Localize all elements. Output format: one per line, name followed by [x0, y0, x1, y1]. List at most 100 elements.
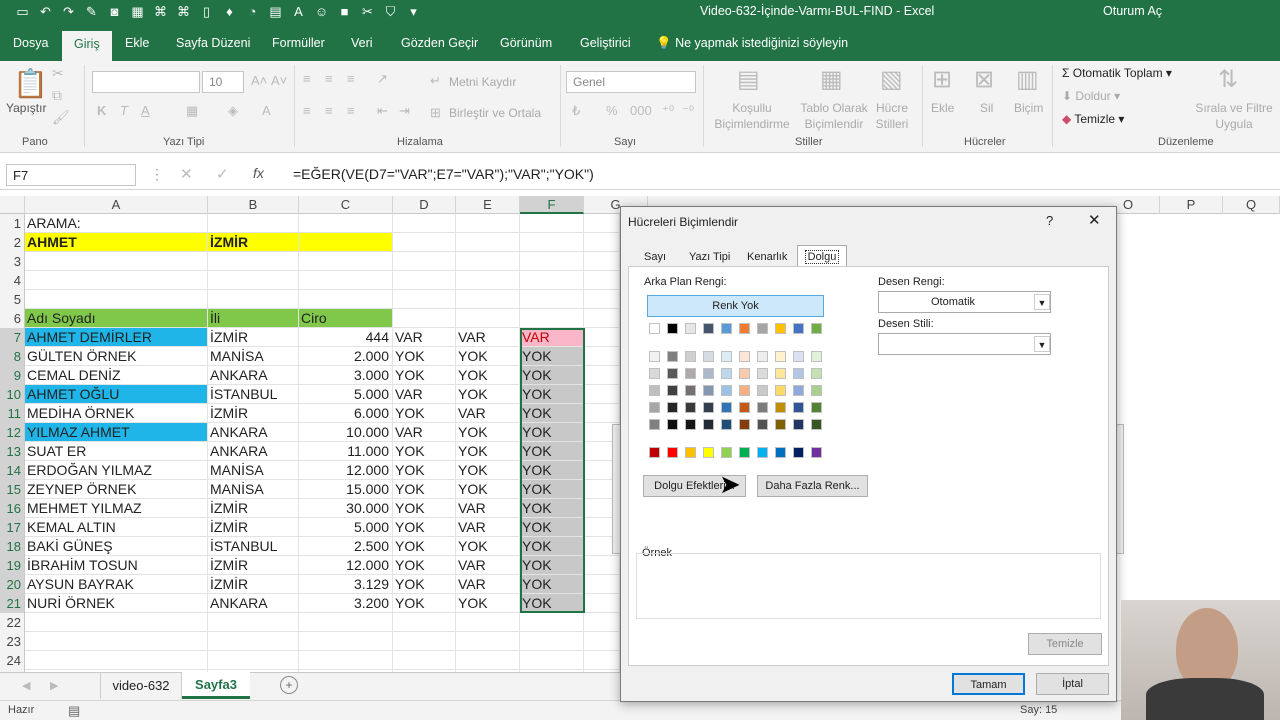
format-painter-icon[interactable]: 🖌 [52, 109, 70, 126]
shield-icon[interactable]: ⛉ [382, 3, 399, 20]
cell[interactable] [584, 347, 620, 366]
cell[interactable] [584, 632, 620, 651]
shade-color-swatch[interactable] [685, 368, 696, 379]
italic-icon[interactable]: T [120, 103, 128, 118]
align-middle-icon[interactable]: ≡ [325, 71, 333, 86]
e-cell[interactable]: YOK [456, 594, 520, 613]
shade-color-swatch[interactable] [757, 368, 768, 379]
function-icon[interactable]: fx [253, 165, 264, 181]
d-cell[interactable]: YOK [393, 594, 456, 613]
e-cell[interactable]: VAR [456, 518, 520, 537]
e-cell[interactable]: VAR [456, 404, 520, 423]
cell[interactable] [393, 613, 456, 632]
shade-color-swatch[interactable] [703, 419, 714, 430]
shade-color-swatch[interactable] [775, 402, 786, 413]
tab-border[interactable]: Kenarlık [747, 251, 787, 263]
text-box-icon[interactable]: ▤ [267, 3, 284, 20]
row-header[interactable]: 17 [0, 518, 25, 537]
theme-color-swatch[interactable] [793, 323, 804, 334]
shade-color-swatch[interactable] [685, 419, 696, 430]
align-top-icon[interactable]: ≡ [303, 71, 311, 86]
row-header[interactable]: 10 [0, 385, 25, 404]
cell[interactable] [208, 214, 299, 233]
worksheet-grid[interactable]: 1234567891011121314151617181920212223242… [0, 214, 620, 689]
tab-view[interactable]: Görünüm [500, 36, 552, 50]
city-cell[interactable]: ANKARA [208, 594, 299, 613]
standard-color-swatch[interactable] [721, 447, 732, 458]
city-cell[interactable]: İZMİR [208, 328, 299, 347]
name-cell[interactable]: YILMAZ AHMET [25, 423, 208, 442]
cell[interactable] [393, 309, 456, 328]
cell[interactable] [584, 613, 620, 632]
shade-color-swatch[interactable] [721, 402, 732, 413]
result-cell[interactable]: YOK [520, 385, 584, 404]
city-cell[interactable]: ANKARA [208, 423, 299, 442]
cell[interactable] [456, 252, 520, 271]
cancel-icon[interactable]: ✕ [180, 165, 193, 183]
standard-color-swatch[interactable] [703, 447, 714, 458]
d-cell[interactable]: VAR [393, 385, 456, 404]
shade-color-swatch[interactable] [811, 402, 822, 413]
name-box[interactable]: F7 [6, 164, 136, 186]
city-cell[interactable]: İZMİR [208, 556, 299, 575]
doc-icon[interactable]: ▯ [198, 3, 215, 20]
cell[interactable] [520, 309, 584, 328]
cell[interactable] [393, 632, 456, 651]
standard-color-swatch[interactable] [811, 447, 822, 458]
e-cell[interactable]: VAR [456, 328, 520, 347]
result-cell[interactable]: YOK [520, 594, 584, 613]
redo-icon[interactable]: ↷ [60, 3, 77, 20]
cell[interactable] [208, 651, 299, 670]
column-header[interactable]: D [393, 196, 456, 214]
row-header[interactable]: 19 [0, 556, 25, 575]
result-cell[interactable]: YOK [520, 537, 584, 556]
name-cell[interactable]: ZEYNEP ÖRNEK [25, 480, 208, 499]
cell[interactable] [299, 290, 393, 309]
row-header[interactable]: 12 [0, 423, 25, 442]
standard-color-swatch[interactable] [757, 447, 768, 458]
shade-color-swatch[interactable] [649, 402, 660, 413]
standard-color-swatch[interactable] [793, 447, 804, 458]
theme-color-swatch[interactable] [685, 323, 696, 334]
shade-color-swatch[interactable] [667, 402, 678, 413]
org-icon[interactable]: ⌘ [175, 3, 192, 20]
column-header[interactable]: F [520, 196, 584, 214]
result-cell[interactable]: YOK [520, 480, 584, 499]
standard-color-swatch[interactable] [739, 447, 750, 458]
clear-button[interactable]: Temizle [1028, 633, 1102, 655]
tab-file[interactable]: Dosya [13, 36, 48, 50]
cell[interactable] [208, 613, 299, 632]
e-cell[interactable]: VAR [456, 575, 520, 594]
cell[interactable] [520, 214, 584, 233]
header-city[interactable]: İli [208, 309, 299, 328]
tool2-icon[interactable]: ✂ [359, 3, 376, 20]
cell[interactable] [299, 632, 393, 651]
column-header[interactable]: A [25, 196, 208, 214]
cell[interactable] [456, 613, 520, 632]
tree-icon[interactable]: ⌘ [152, 3, 169, 20]
search-city-input[interactable]: İZMİR [208, 233, 299, 252]
column-header[interactable]: P [1160, 196, 1223, 214]
city-cell[interactable]: ANKARA [208, 366, 299, 385]
enter-icon[interactable]: ✓ [216, 165, 229, 183]
d-cell[interactable]: YOK [393, 499, 456, 518]
tab-font[interactable]: Yazı Tipi [689, 251, 730, 263]
shade-color-swatch[interactable] [775, 385, 786, 396]
shade-color-swatch[interactable] [703, 402, 714, 413]
ciro-cell[interactable]: 11.000 [299, 442, 393, 461]
cell[interactable] [393, 271, 456, 290]
theme-color-swatch[interactable] [721, 323, 732, 334]
tab-fill[interactable]: Dolgu [797, 245, 847, 267]
name-cell[interactable]: MEDİHA ÖRNEK [25, 404, 208, 423]
cell[interactable] [520, 271, 584, 290]
ciro-cell[interactable]: 6.000 [299, 404, 393, 423]
cell[interactable] [393, 233, 456, 252]
e-cell[interactable]: YOK [456, 385, 520, 404]
shade-color-swatch[interactable] [739, 368, 750, 379]
ok-button[interactable]: Tamam [952, 673, 1025, 695]
fill-color-icon[interactable]: ◈ [228, 103, 238, 119]
tell-me-box[interactable]: 💡 Ne yapmak istediğinizi söyleyin [656, 36, 848, 51]
ciro-cell[interactable]: 30.000 [299, 499, 393, 518]
row-header[interactable]: 1 [0, 214, 25, 233]
undo-icon[interactable]: ↶ [37, 3, 54, 20]
